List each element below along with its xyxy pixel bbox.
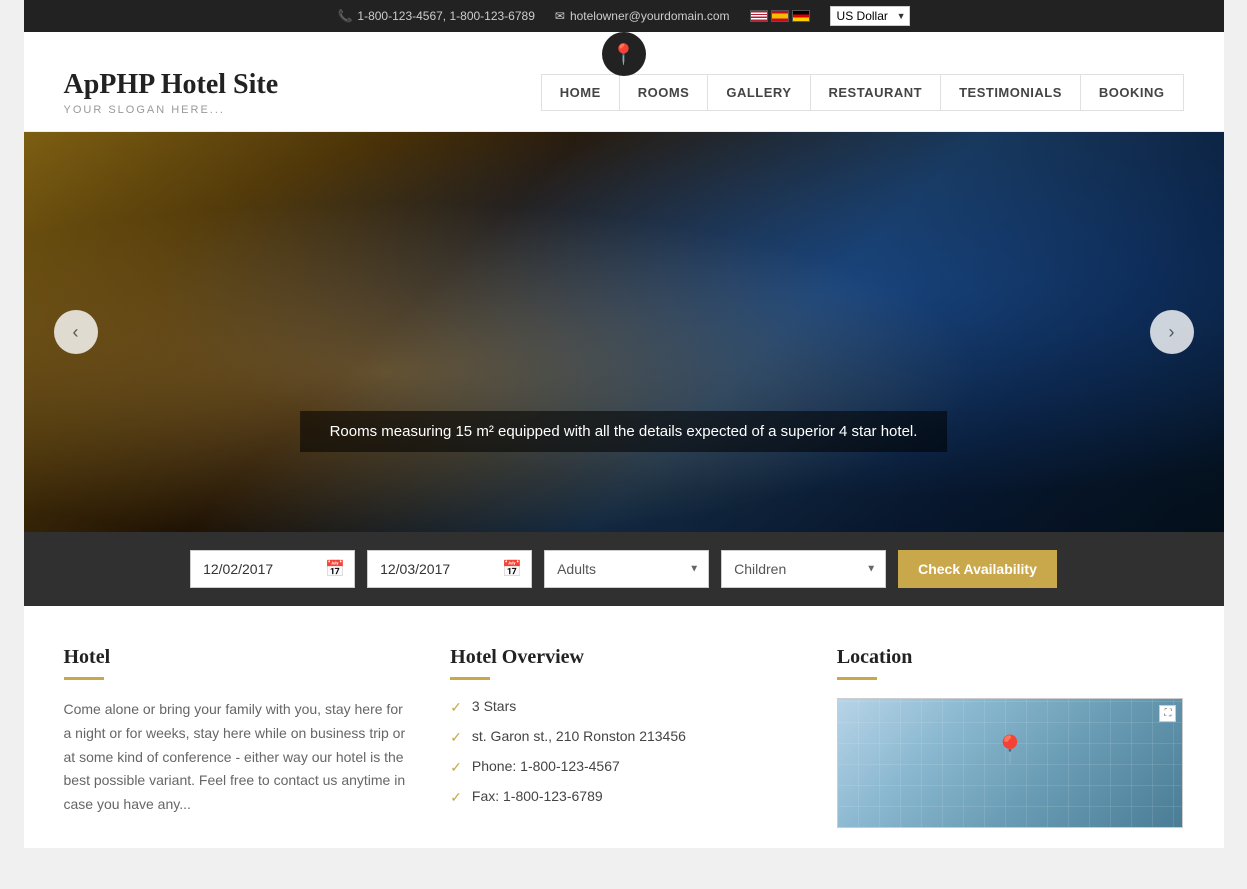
overview-section: Hotel Overview ✓ 3 Stars ✓ st. Garon st.… bbox=[450, 646, 797, 828]
adults-select[interactable]: Adults 1 2 3 4 bbox=[544, 550, 709, 588]
site-title[interactable]: ApPHP Hotel Site bbox=[64, 69, 279, 101]
check-icon-phone: ✓ bbox=[450, 759, 462, 776]
overview-text-stars: 3 Stars bbox=[472, 698, 516, 714]
overview-text-phone: Phone: 1-800-123-4567 bbox=[472, 758, 620, 774]
location-title: Location bbox=[837, 646, 1184, 669]
check-availability-button[interactable]: Check Availability bbox=[898, 550, 1057, 588]
overview-item-address: ✓ st. Garon st., 210 Ronston 213456 bbox=[450, 728, 797, 746]
map-pin-icon: 📍 bbox=[993, 734, 1028, 767]
nav-booking[interactable]: BOOKING bbox=[1081, 74, 1184, 111]
language-flags[interactable] bbox=[750, 10, 810, 22]
booking-bar: 📅 📅 Adults 1 2 3 4 Children 0 1 bbox=[24, 532, 1224, 606]
location-pin: 📍 bbox=[602, 32, 646, 76]
email-icon: ✉ bbox=[555, 9, 565, 23]
logo-area: ApPHP Hotel Site YOUR SLOGAN HERE... bbox=[64, 69, 279, 116]
nav-testimonials[interactable]: TESTIMONIALS bbox=[941, 74, 1081, 111]
hotel-divider bbox=[64, 677, 104, 680]
overview-divider bbox=[450, 677, 490, 680]
email-contact: ✉ hotelowner@yourdomain.com bbox=[555, 9, 730, 23]
children-select-wrapper: Children 0 1 2 3 bbox=[721, 550, 886, 588]
checkin-wrapper: 📅 bbox=[190, 550, 355, 588]
currency-select[interactable]: US Dollar Euro GBP bbox=[830, 6, 910, 26]
hero-caption: Rooms measuring 15 m² equipped with all … bbox=[300, 411, 948, 452]
pin-icon: 📍 bbox=[611, 42, 636, 67]
hero-slider: ‹ › Rooms measuring 15 m² equipped with … bbox=[24, 132, 1224, 532]
nav-gallery[interactable]: GALLERY bbox=[708, 74, 810, 111]
site-slogan: YOUR SLOGAN HERE... bbox=[64, 104, 279, 116]
adults-select-wrapper: Adults 1 2 3 4 bbox=[544, 550, 709, 588]
map-area: 📍 ⛶ bbox=[837, 698, 1184, 828]
nav-restaurant[interactable]: RESTAURANT bbox=[811, 74, 942, 111]
map-expand-button[interactable]: ⛶ bbox=[1159, 705, 1176, 722]
email-text: hotelowner@yourdomain.com bbox=[570, 9, 730, 23]
flag-es[interactable] bbox=[771, 10, 789, 22]
check-icon-stars: ✓ bbox=[450, 699, 462, 716]
flag-de[interactable] bbox=[792, 10, 810, 22]
checkout-input[interactable] bbox=[367, 550, 532, 588]
phone-numbers: 📞 1-800-123-4567, 1-800-123-6789 bbox=[337, 9, 534, 23]
overview-text-fax: Fax: 1-800-123-6789 bbox=[472, 788, 603, 804]
nav-home[interactable]: HOME bbox=[541, 74, 620, 111]
slider-prev-button[interactable]: ‹ bbox=[54, 310, 98, 354]
overview-item-fax: ✓ Fax: 1-800-123-6789 bbox=[450, 788, 797, 806]
main-content: Hotel Come alone or bring your family wi… bbox=[24, 606, 1224, 848]
check-icon-fax: ✓ bbox=[450, 789, 462, 806]
checkin-input[interactable] bbox=[190, 550, 355, 588]
currency-wrapper[interactable]: US Dollar Euro GBP bbox=[830, 6, 910, 26]
hotel-section: Hotel Come alone or bring your family wi… bbox=[64, 646, 411, 828]
overview-item-phone: ✓ Phone: 1-800-123-4567 bbox=[450, 758, 797, 776]
nav-rooms[interactable]: ROOMS bbox=[620, 74, 709, 111]
hero-image bbox=[24, 132, 1224, 532]
flag-us[interactable] bbox=[750, 10, 768, 22]
hotel-title: Hotel bbox=[64, 646, 411, 669]
checkout-wrapper: 📅 bbox=[367, 550, 532, 588]
main-nav: HOME ROOMS GALLERY RESTAURANT TESTIMONIA… bbox=[541, 74, 1184, 111]
children-select[interactable]: Children 0 1 2 3 bbox=[721, 550, 886, 588]
check-icon-address: ✓ bbox=[450, 729, 462, 746]
overview-item-stars: ✓ 3 Stars bbox=[450, 698, 797, 716]
phone-icon: 📞 bbox=[337, 9, 352, 23]
phone-text: 1-800-123-4567, 1-800-123-6789 bbox=[357, 9, 534, 23]
overview-title: Hotel Overview bbox=[450, 646, 797, 669]
top-bar: 📞 1-800-123-4567, 1-800-123-6789 ✉ hotel… bbox=[24, 0, 1224, 32]
slider-next-button[interactable]: › bbox=[1150, 310, 1194, 354]
location-divider bbox=[837, 677, 877, 680]
overview-text-address: st. Garon st., 210 Ronston 213456 bbox=[472, 728, 686, 744]
location-section: Location 📍 ⛶ bbox=[837, 646, 1184, 828]
header-pin-area: 📍 bbox=[24, 32, 1224, 54]
hotel-text: Come alone or bring your family with you… bbox=[64, 698, 411, 817]
